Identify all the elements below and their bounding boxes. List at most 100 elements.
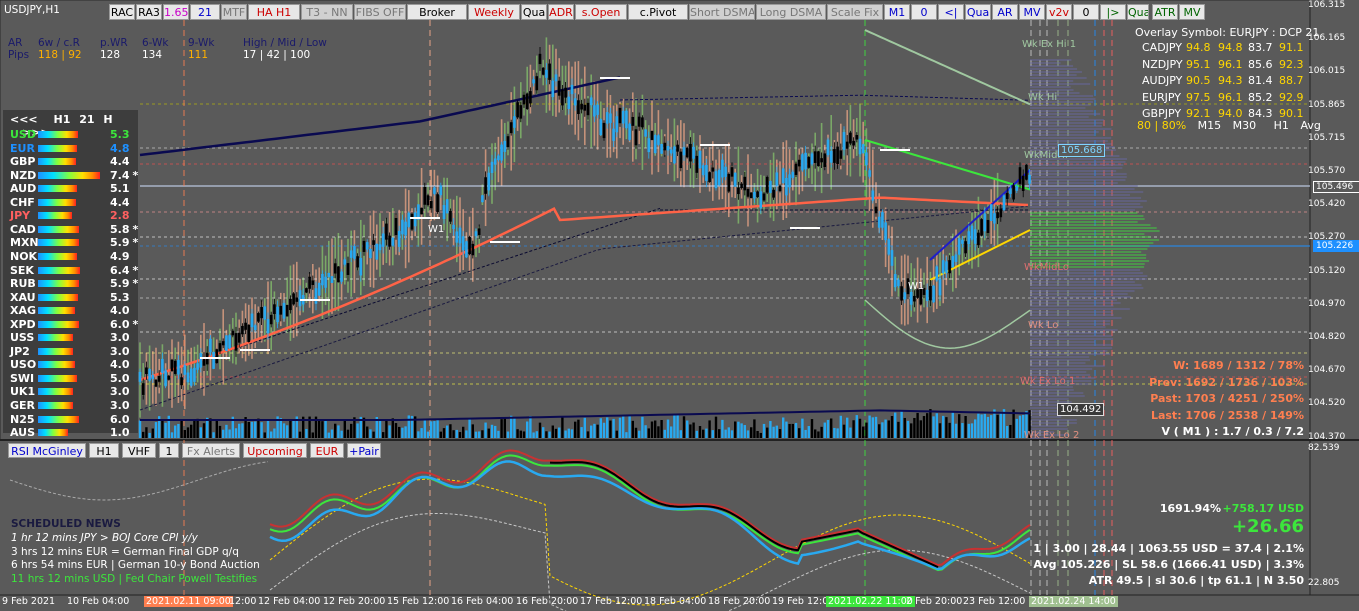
- strength-row-uss[interactable]: USS 3.0: [10, 331, 135, 344]
- volume-bar: [503, 417, 506, 438]
- strength-row-nzd[interactable]: NZD 7.4 *: [10, 169, 138, 182]
- overlay-title: Overlay Symbol: EURJPY : DCP 21: [1135, 26, 1320, 39]
- strength-bar: [38, 293, 78, 301]
- strength-row-mxn[interactable]: MXN 5.9 *: [10, 236, 138, 249]
- overlay-m15[interactable]: M15: [1198, 119, 1222, 132]
- volume-bar: [225, 424, 228, 438]
- candle-body: [170, 359, 174, 371]
- strength-row-xau[interactable]: XAU 5.3: [10, 291, 135, 304]
- strength-code: EUR: [10, 141, 35, 155]
- strength-prev-button[interactable]: <<<: [10, 113, 38, 126]
- indicator-button-6[interactable]: EUR: [310, 443, 344, 458]
- volume-bar: [638, 430, 641, 438]
- candle-body: [1015, 185, 1019, 191]
- strength-row-nok[interactable]: NOK 4.9: [10, 250, 135, 263]
- volume-bar: [753, 419, 756, 438]
- candle-body: [253, 325, 257, 331]
- strength-row-uso[interactable]: USO 4.0: [10, 358, 135, 371]
- strength-row-ger[interactable]: GER 3.0: [10, 399, 135, 412]
- toolbar-button-rac-0[interactable]: RAC: [109, 4, 135, 20]
- news-item[interactable]: 11 hrs 12 mins USD | Fed Chair Powell Te…: [11, 573, 257, 585]
- candle-body: [493, 158, 497, 165]
- overlay-m30[interactable]: M30: [1233, 119, 1257, 132]
- overlay-pair-cadjpy[interactable]: CADJPY: [1142, 41, 1182, 54]
- overlay-pair-eurjpy[interactable]: EURJPY: [1142, 91, 1181, 104]
- toolbar-button-adr-11[interactable]: ADR: [548, 4, 574, 20]
- toolbar-button-c-pivot-13[interactable]: c.Pivot: [628, 4, 688, 20]
- toolbar-button-ar-21[interactable]: AR: [992, 4, 1018, 20]
- strength-row-sek[interactable]: SEK 6.4 *: [10, 264, 138, 277]
- strength-row-uk1[interactable]: UK1 3.0: [10, 385, 135, 398]
- candle-body: [231, 330, 235, 336]
- candle-body: [1018, 167, 1022, 184]
- toolbar-button-mv-28[interactable]: MV: [1179, 4, 1205, 20]
- volume-bar: [817, 431, 820, 438]
- toolbar-button-v2v-23[interactable]: v2v: [1046, 4, 1072, 20]
- toolbar-button-fibs-off-7[interactable]: FIBS OFF: [354, 4, 406, 20]
- candle-body: [314, 288, 318, 304]
- strength-row-chf[interactable]: CHF 4.4: [10, 196, 135, 209]
- toolbar-button-qua-20[interactable]: Qua: [965, 4, 991, 20]
- toolbar-button-atr-27[interactable]: ATR: [1152, 4, 1178, 20]
- indicator-button-5[interactable]: Upcoming: [243, 443, 307, 458]
- strength-value: 5.3: [110, 291, 130, 304]
- candle-body: [727, 173, 731, 192]
- strength-row-eur[interactable]: EUR 4.8: [10, 142, 135, 155]
- candle-body: [753, 191, 756, 199]
- strength-row-n25[interactable]: N25 6.0: [10, 413, 135, 426]
- strength-row-jp2[interactable]: JP2 3.0: [10, 345, 135, 358]
- overlay-avg[interactable]: Avg: [1300, 119, 1320, 132]
- toolbar-button-ha-h1-5[interactable]: HA H1: [248, 4, 300, 20]
- toolbar-button-short-dsma-14[interactable]: Short DSMA: [689, 4, 755, 20]
- strength-row-rub[interactable]: RUB 5.9 *: [10, 277, 138, 290]
- indicator-button-7[interactable]: +Pair: [347, 443, 381, 458]
- news-item[interactable]: 1 hr 12 mins JPY > BOJ Core CPI y/y: [11, 532, 198, 544]
- candle-body: [570, 84, 574, 95]
- toolbar-button---19[interactable]: <|: [938, 4, 964, 20]
- toolbar-button-long-dsma-15[interactable]: Long DSMA: [756, 4, 826, 20]
- strength-row-swi[interactable]: SWI 5.0: [10, 372, 135, 385]
- candle-body: [621, 110, 625, 124]
- volume-bar: [990, 415, 993, 438]
- indicator-button-3[interactable]: 1: [159, 443, 179, 458]
- overlay-h1[interactable]: H1: [1274, 119, 1289, 132]
- toolbar-button-ra3-1[interactable]: RA3: [136, 4, 162, 20]
- toolbar-button-1-65-2[interactable]: 1.65: [163, 4, 189, 20]
- indicator-button-4[interactable]: Fx Alerts: [182, 443, 240, 458]
- toolbar-button-0-24[interactable]: 0: [1073, 4, 1099, 20]
- overlay-pair-nzdjpy[interactable]: NZDJPY: [1142, 58, 1183, 71]
- toolbar-button-t3-nn-6[interactable]: T3 - NN: [301, 4, 353, 20]
- toolbar-button-qua-26[interactable]: Qua: [1127, 4, 1149, 20]
- toolbar-button-21-3[interactable]: 21: [190, 4, 220, 20]
- candle-body: [794, 163, 798, 175]
- volume-bar: [282, 423, 286, 438]
- news-item[interactable]: 3 hrs 12 mins EUR = German Final GDP q/q: [11, 546, 239, 558]
- overlay-pair-audjpy[interactable]: AUDJPY: [1142, 74, 1182, 87]
- strength-row-jpy[interactable]: JPY 2.8: [10, 209, 135, 222]
- toolbar-button-broker-8[interactable]: Broker: [407, 4, 467, 20]
- strength-row-gbp[interactable]: GBP 4.4: [10, 155, 135, 168]
- volume-bar: [964, 416, 967, 438]
- toolbar-button-m1-17[interactable]: M1: [884, 4, 910, 20]
- toolbar-button-0-18[interactable]: 0: [911, 4, 937, 20]
- indicator-button-2[interactable]: VHF: [122, 443, 156, 458]
- news-item[interactable]: 6 hrs 54 mins EUR | German 10-y Bond Auc…: [11, 559, 260, 571]
- strength-row-aus[interactable]: AUS 1.0: [10, 426, 135, 439]
- volume-bar: [270, 431, 273, 438]
- toolbar-button-s-open-12[interactable]: s.Open: [575, 4, 627, 20]
- toolbar-button-mtf-4[interactable]: MTF: [221, 4, 247, 20]
- toolbar-button-qua-10[interactable]: Qua: [521, 4, 547, 20]
- strength-row-aud[interactable]: AUD 5.1: [10, 182, 135, 195]
- strength-row-usd[interactable]: USD 5.3: [10, 128, 135, 141]
- strength-row-xpd[interactable]: XPD 6.0 *: [10, 318, 138, 331]
- main-pane-border: [0, 0, 1311, 441]
- toolbar-button---25[interactable]: |>: [1100, 4, 1126, 20]
- candle-body: [996, 212, 999, 219]
- toolbar-button-mv-22[interactable]: MV: [1019, 4, 1045, 20]
- toolbar-button-weekly-9[interactable]: Weekly: [468, 4, 520, 20]
- indicator-button-1[interactable]: H1: [89, 443, 119, 458]
- toolbar-button-scale-fix-16[interactable]: Scale Fix: [827, 4, 883, 20]
- strength-row-cad[interactable]: CAD 5.8 *: [10, 223, 138, 236]
- indicator-button-0[interactable]: RSI McGinley: [8, 443, 86, 458]
- strength-row-xag[interactable]: XAG 4.0: [10, 304, 135, 317]
